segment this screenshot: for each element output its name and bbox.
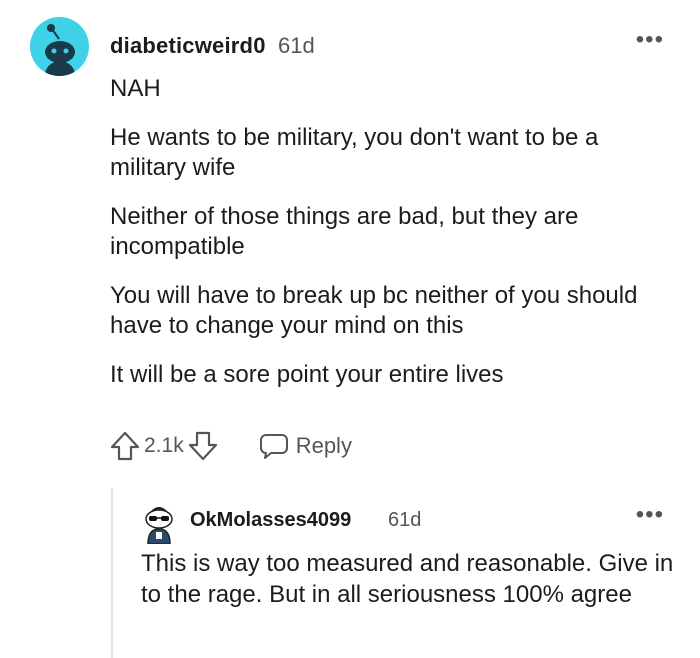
reply-author[interactable]: OkMolasses4099 [190, 509, 351, 532]
snoo-avatar-icon [45, 24, 75, 76]
reply-button[interactable]: Reply [258, 430, 352, 462]
downvote-arrow-icon[interactable] [186, 428, 220, 464]
comment-author[interactable]: diabeticweird0 [110, 33, 266, 59]
comment-bubble-icon [259, 434, 288, 459]
comment-body: NAH He wants to be military, you don't w… [110, 74, 675, 409]
comment-actions: 2.1k Reply [108, 428, 352, 464]
reply-age: 61d [388, 509, 422, 531]
comment-paragraph: NAH [110, 75, 161, 102]
user-avatar[interactable] [30, 17, 89, 76]
thread-line[interactable] [111, 488, 113, 658]
upvote-arrow-icon[interactable] [108, 428, 142, 464]
more-options-icon[interactable]: ••• [636, 503, 664, 527]
comment-paragraph: He wants to be military, you don't want … [110, 124, 599, 181]
reply-body: This is way too measured and reasonable.… [141, 550, 674, 608]
reply-user-avatar[interactable] [140, 502, 178, 545]
more-options-icon[interactable]: ••• [636, 28, 664, 52]
comment-paragraph: Neither of those things are bad, but the… [110, 203, 579, 260]
comment-thread: diabeticweird0 61d ••• NAH He wants to b… [0, 0, 700, 658]
snoo-avatar-icon [145, 507, 173, 545]
reply-label: Reply [295, 433, 352, 458]
comment-age: 61d [278, 33, 315, 58]
comment-paragraph: It will be a sore point your entire live… [110, 361, 504, 388]
vote-score: 2.1k [144, 434, 184, 457]
comment-paragraph: You will have to break up bc neither of … [110, 282, 638, 339]
